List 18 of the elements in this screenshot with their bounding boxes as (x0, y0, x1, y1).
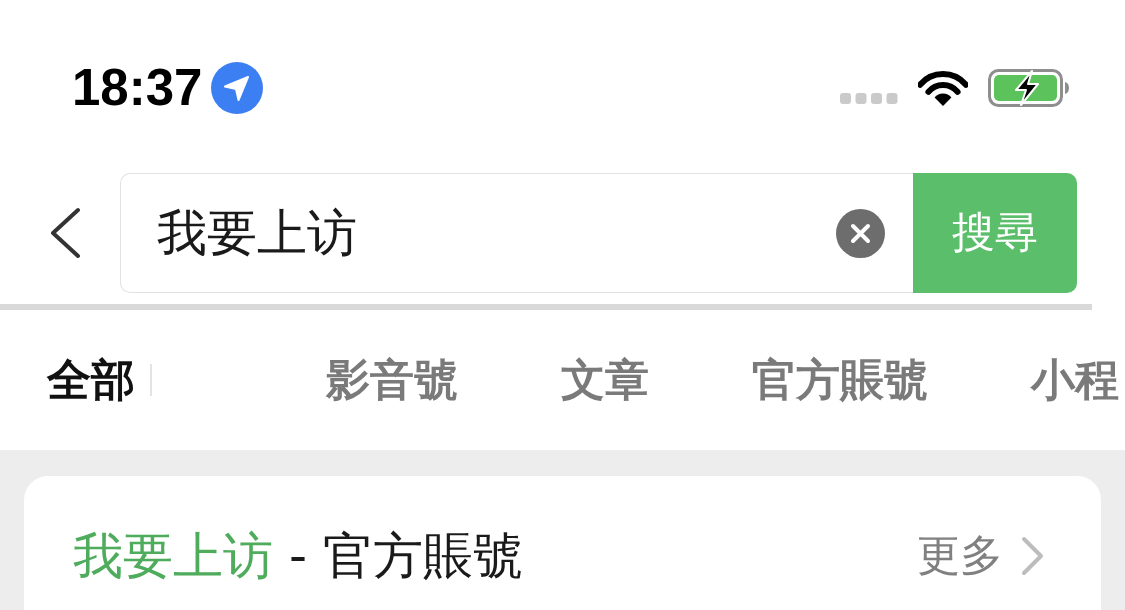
tab[interactable]: 影音號 (326, 350, 458, 410)
battery-charging-icon (988, 69, 1070, 107)
chevron-right-icon (1021, 536, 1045, 576)
tab[interactable]: 全部 (47, 350, 135, 410)
back-icon (48, 207, 82, 259)
more-link[interactable]: 更多 (917, 527, 1045, 585)
search-input[interactable]: 我要上访 (157, 198, 836, 268)
tab[interactable]: 文章 (561, 350, 649, 410)
back-button[interactable] (48, 207, 82, 259)
search-field[interactable]: 我要上访 (120, 173, 913, 293)
tab[interactable]: 官方賬號 (752, 350, 928, 410)
section-title: 我要上访 - 官方賬號 (73, 525, 523, 587)
tab[interactable]: 小程 (1031, 350, 1119, 410)
status-time: 18:37 (72, 62, 203, 114)
wifi-icon (918, 69, 968, 107)
signal-dots-icon (840, 92, 898, 104)
search-button[interactable]: 搜尋 (913, 173, 1077, 293)
clear-icon[interactable] (836, 208, 885, 258)
